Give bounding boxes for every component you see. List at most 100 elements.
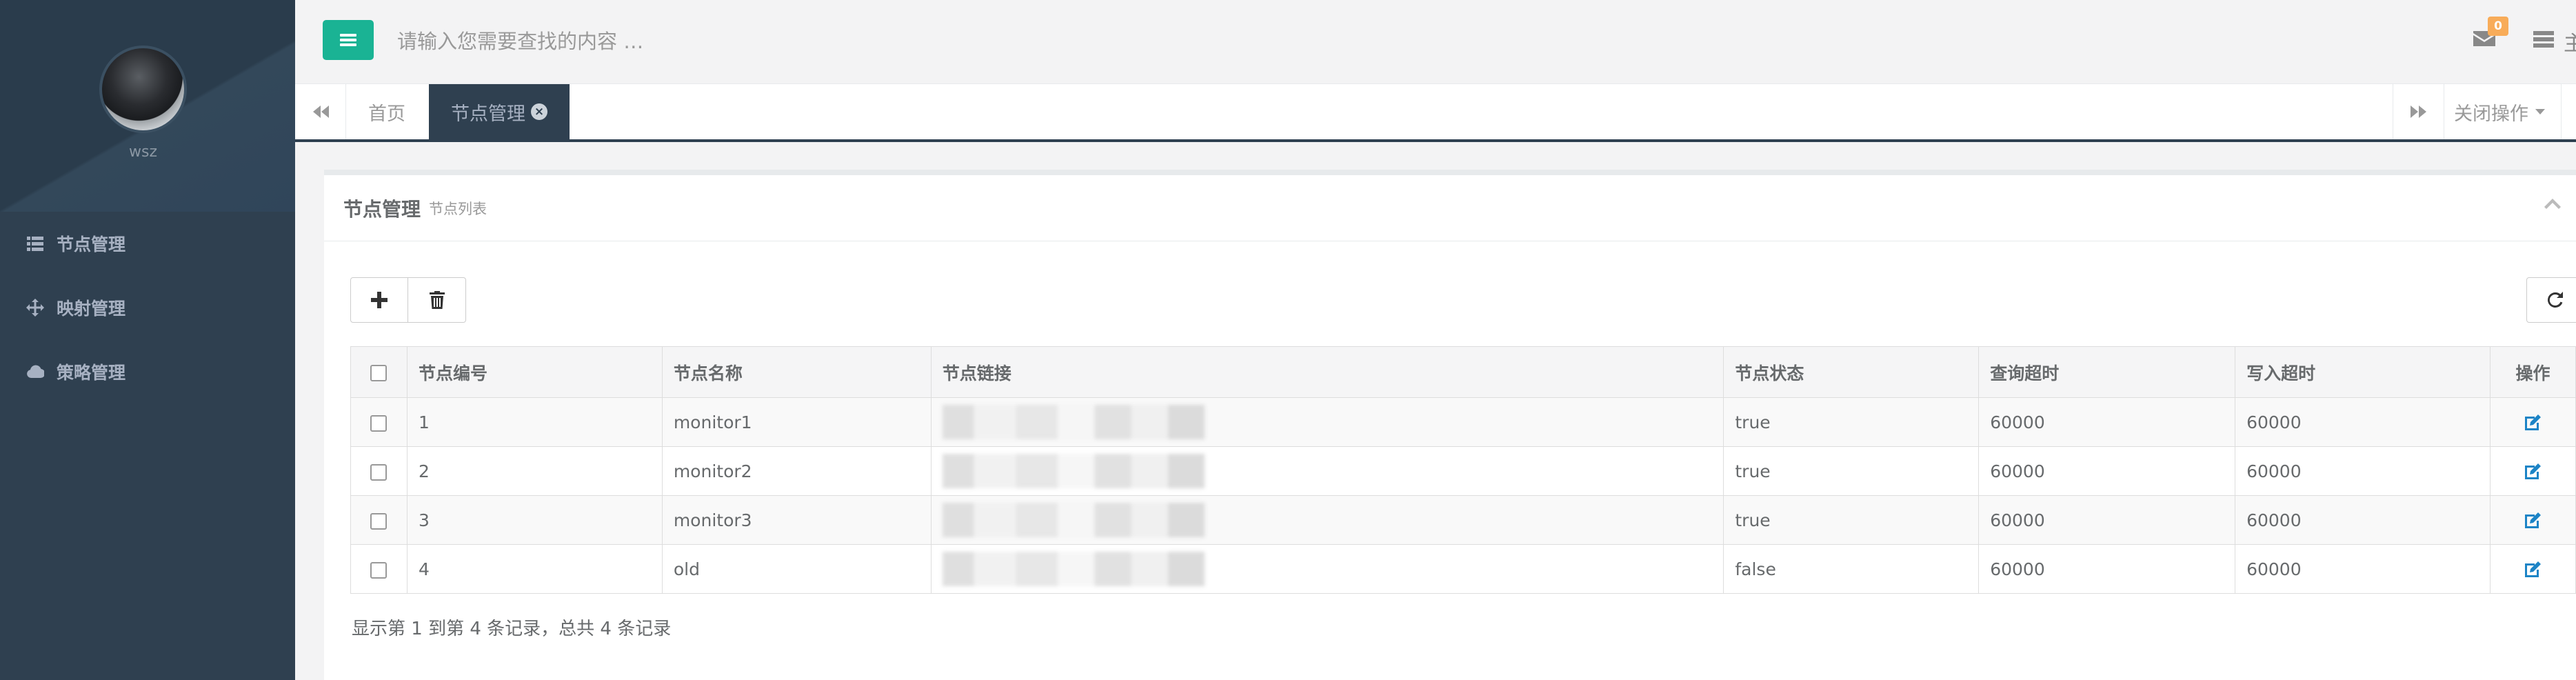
table-header-row: 节点编号 节点名称 节点链接 节点状态 查询超时 写入超时 操作 xyxy=(350,346,2576,398)
cloud-icon xyxy=(25,361,46,382)
node-status-cell: true xyxy=(1723,495,1980,545)
close-operations-dropdown[interactable]: 关闭操作 xyxy=(2444,84,2555,139)
query-timeout-cell: 60000 xyxy=(1978,446,2236,496)
row-checkbox[interactable] xyxy=(370,561,388,579)
tab-scroll-left-button[interactable] xyxy=(295,84,346,139)
redacted-link xyxy=(942,454,1205,488)
node-status-cell: false xyxy=(1723,544,1980,594)
query-timeout-cell: 60000 xyxy=(1978,544,2236,594)
column-header[interactable]: 节点编号 xyxy=(406,346,663,398)
node-link-cell xyxy=(930,446,1724,496)
redacted-link xyxy=(942,503,1205,537)
node-id-cell: 1 xyxy=(406,397,663,447)
node-link-cell xyxy=(930,544,1724,594)
actions-cell xyxy=(2489,495,2576,545)
search-input[interactable] xyxy=(396,22,1223,61)
chevron-up-icon[interactable] xyxy=(2543,197,2562,211)
write-timeout-cell: 60000 xyxy=(2235,446,2491,496)
theme-link[interactable]: 主 xyxy=(2564,26,2576,57)
node-name-cell: monitor2 xyxy=(661,446,932,496)
row-select-cell xyxy=(350,495,407,545)
mail-count-badge: 0 xyxy=(2488,17,2508,36)
redacted-link xyxy=(942,552,1205,586)
tab-scroll-right-button[interactable] xyxy=(2393,84,2444,139)
column-header[interactable]: 查询超时 xyxy=(1978,346,2236,398)
node-link-cell xyxy=(930,397,1724,447)
write-timeout-cell: 60000 xyxy=(2235,495,2491,545)
plus-icon xyxy=(371,292,388,308)
row-select-cell xyxy=(350,446,407,496)
top-navbar: 0 主 xyxy=(295,0,2576,84)
column-header[interactable]: 节点名称 xyxy=(661,346,932,398)
column-header[interactable]: 写入超时 xyxy=(2235,346,2491,398)
list-icon xyxy=(25,233,46,254)
row-select-cell xyxy=(350,544,407,594)
profile-area: wsz xyxy=(0,0,295,212)
select-all-cell xyxy=(350,346,407,398)
hamburger-icon xyxy=(340,34,356,46)
edit-icon[interactable] xyxy=(2523,412,2542,432)
tab-node-management[interactable]: 节点管理 × xyxy=(429,84,570,139)
sidebar-item-nodes[interactable]: 节点管理 xyxy=(0,219,295,268)
panel-header: 节点管理 节点列表 xyxy=(324,175,2576,241)
tab-label: 节点管理 xyxy=(451,103,525,125)
node-id-cell: 3 xyxy=(406,495,663,545)
avatar[interactable] xyxy=(99,46,187,133)
column-header[interactable]: 节点链接 xyxy=(930,346,1724,398)
sidebar-item-label: 策略管理 xyxy=(57,363,126,383)
exit-button[interactable] xyxy=(2561,84,2576,139)
delete-button[interactable] xyxy=(408,277,466,323)
select-all-checkbox[interactable] xyxy=(370,365,388,381)
add-button[interactable] xyxy=(350,277,408,323)
close-ops-label: 关闭操作 xyxy=(2454,103,2528,125)
forward-icon xyxy=(2410,106,2426,118)
row-checkbox[interactable] xyxy=(370,414,388,432)
edit-icon[interactable] xyxy=(2523,559,2542,579)
edit-icon[interactable] xyxy=(2523,510,2542,530)
node-list-panel: 节点管理 节点列表 节点编号 节点名称 节点链接 节点状态 查询超时 写入超时 … xyxy=(324,170,2576,680)
toolbar xyxy=(350,277,466,323)
query-timeout-cell: 60000 xyxy=(1978,397,2236,447)
table-row[interactable]: 3 monitor3 true 60000 60000 xyxy=(350,495,2576,545)
table-row[interactable]: 1 monitor1 true 60000 60000 xyxy=(350,397,2576,447)
column-header[interactable]: 节点状态 xyxy=(1723,346,1980,398)
sidebar: wsz 节点管理 映射管理 策略管理 xyxy=(0,0,295,680)
table-row[interactable]: 4 old false 60000 60000 xyxy=(350,544,2576,594)
node-table: 节点编号 节点名称 节点链接 节点状态 查询超时 写入超时 操作 1 monit… xyxy=(350,346,2576,594)
sidebar-item-label: 映射管理 xyxy=(57,299,126,319)
actions-cell xyxy=(2489,544,2576,594)
close-icon[interactable]: × xyxy=(531,103,547,120)
tasks-icon[interactable] xyxy=(2533,30,2554,48)
username[interactable]: wsz xyxy=(99,143,187,161)
sidebar-item-policy[interactable]: 策略管理 xyxy=(0,348,295,396)
trash-icon xyxy=(429,291,445,309)
actions-cell xyxy=(2489,446,2576,496)
refresh-icon xyxy=(2548,292,2563,308)
sidebar-item-label: 节点管理 xyxy=(57,234,126,254)
node-name-cell: monitor1 xyxy=(661,397,932,447)
table-row[interactable]: 2 monitor2 true 60000 60000 xyxy=(350,446,2576,496)
tab-bar: 首页 节点管理 × 关闭操作 xyxy=(295,84,2576,142)
node-id-cell: 4 xyxy=(406,544,663,594)
write-timeout-cell: 60000 xyxy=(2235,397,2491,447)
redacted-link xyxy=(942,405,1205,439)
edit-icon[interactable] xyxy=(2523,461,2542,481)
arrows-move-icon xyxy=(25,297,46,318)
backward-icon xyxy=(312,106,329,118)
caret-down-icon xyxy=(2535,109,2545,114)
tab-label: 首页 xyxy=(368,103,405,125)
row-checkbox[interactable] xyxy=(370,463,388,481)
pagination-info: 显示第 1 到第 4 条记录，总共 4 条记录 xyxy=(352,619,672,639)
node-name-cell: old xyxy=(661,544,932,594)
panel-subtitle: 节点列表 xyxy=(429,200,487,217)
tab-home[interactable]: 首页 xyxy=(346,84,427,139)
row-checkbox[interactable] xyxy=(370,512,388,530)
node-name-cell: monitor3 xyxy=(661,495,932,545)
actions-cell xyxy=(2489,397,2576,447)
query-timeout-cell: 60000 xyxy=(1978,495,2236,545)
menu-toggle-button[interactable] xyxy=(323,20,374,60)
node-link-cell xyxy=(930,495,1724,545)
sidebar-item-mapping[interactable]: 映射管理 xyxy=(0,283,295,332)
refresh-button[interactable] xyxy=(2526,277,2576,323)
node-status-cell: true xyxy=(1723,397,1980,447)
